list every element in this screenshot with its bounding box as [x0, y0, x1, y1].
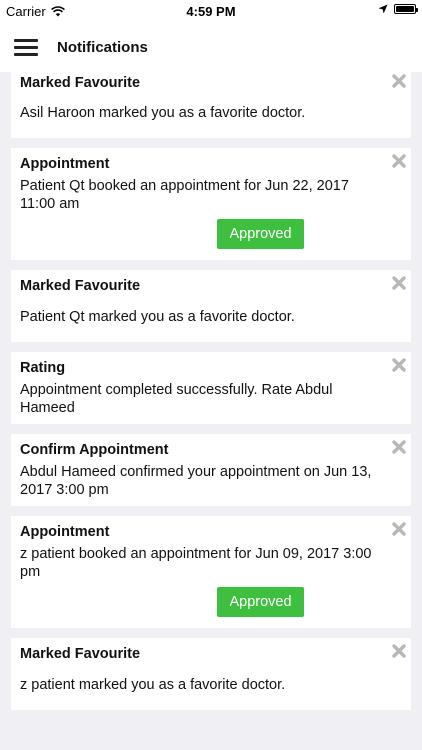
- location-arrow-icon: [378, 4, 388, 14]
- notification-card[interactable]: Appointment z patient booked an appointm…: [11, 516, 411, 628]
- notification-title: Marked Favourite: [20, 75, 141, 91]
- notification-title: Marked Favourite: [20, 278, 141, 294]
- status-time: 4:59 PM: [186, 4, 236, 19]
- notification-title: Rating: [20, 360, 66, 376]
- notification-body: z patient booked an appointment for Jun …: [20, 546, 372, 580]
- close-icon[interactable]: [391, 357, 407, 373]
- notification-body: z patient marked you as a favorite docto…: [20, 677, 286, 693]
- notification-card[interactable]: Marked Favourite Patient Qt marked you a…: [11, 270, 411, 342]
- notification-title: Appointment: [20, 524, 110, 540]
- close-icon[interactable]: [391, 439, 407, 455]
- notification-title: Appointment: [20, 156, 110, 172]
- page-title: Notifications: [57, 39, 148, 56]
- battery-icon: [394, 4, 418, 14]
- navigation-bar: Notifications: [0, 22, 422, 72]
- notification-body: Patient Qt marked you as a favorite doct…: [20, 309, 295, 325]
- close-icon[interactable]: [391, 643, 407, 659]
- close-icon[interactable]: [391, 153, 407, 169]
- notification-card[interactable]: Rating Appointment completed successfull…: [11, 352, 411, 424]
- notification-card[interactable]: Marked Favourite Asil Haroon marked you …: [11, 72, 411, 138]
- notification-title: Confirm Appointment: [20, 442, 169, 458]
- close-icon[interactable]: [391, 275, 407, 291]
- approved-status-button[interactable]: Approved: [217, 219, 304, 249]
- close-icon[interactable]: [391, 521, 407, 537]
- notification-body: Appointment completed successfully. Rate…: [20, 382, 333, 416]
- notification-body: Patient Qt booked an appointment for Jun…: [20, 178, 349, 212]
- hamburger-menu-icon[interactable]: [14, 39, 38, 56]
- notification-card[interactable]: Marked Favourite z patient marked you as…: [11, 638, 411, 710]
- close-icon[interactable]: [391, 73, 407, 89]
- notification-body: Abdul Hameed confirmed your appointment …: [20, 464, 372, 498]
- notification-title: Marked Favourite: [20, 646, 141, 662]
- notification-card[interactable]: Confirm Appointment Abdul Hameed confirm…: [11, 434, 411, 506]
- notification-list[interactable]: Marked Favourite Asil Haroon marked you …: [11, 72, 411, 720]
- notification-card[interactable]: Appointment Patient Qt booked an appoint…: [11, 148, 411, 260]
- status-bar-right: [378, 4, 418, 14]
- notification-body: Asil Haroon marked you as a favorite doc…: [20, 105, 306, 121]
- approved-status-button[interactable]: Approved: [217, 587, 304, 617]
- status-bar: Carrier 4:59 PM: [0, 0, 422, 22]
